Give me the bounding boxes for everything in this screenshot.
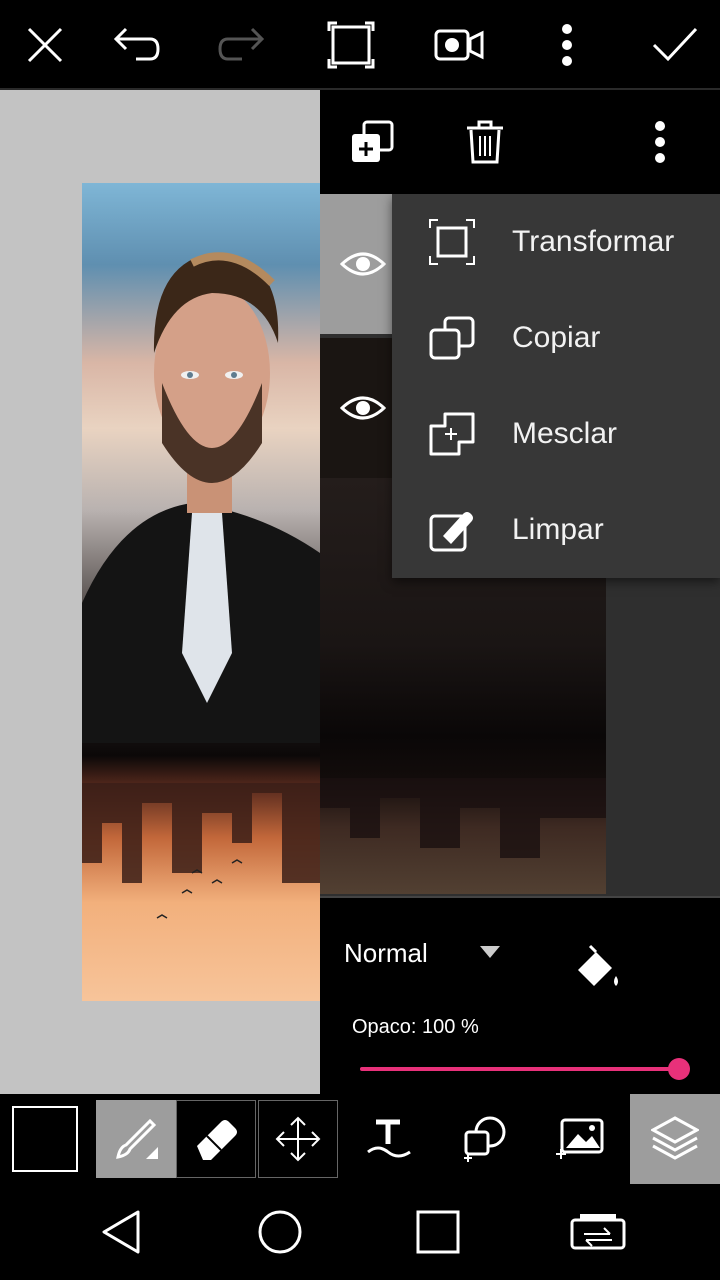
add-image-icon[interactable] <box>556 1116 606 1165</box>
eye-icon[interactable] <box>339 393 387 428</box>
opacity-slider-thumb[interactable] <box>668 1058 690 1080</box>
layer-options-menu: Transformar Copiar Mesclar Limpar <box>392 194 720 578</box>
transform-icon <box>392 218 512 266</box>
text-icon[interactable] <box>366 1114 412 1165</box>
recents-icon[interactable] <box>416 1210 460 1259</box>
move-icon[interactable] <box>258 1100 338 1178</box>
add-layer-icon[interactable] <box>350 120 396 169</box>
switch-icon[interactable] <box>570 1212 626 1257</box>
menu-item-copiar[interactable]: Copiar <box>392 290 720 386</box>
clear-icon <box>392 508 512 552</box>
blend-mode-select[interactable]: Normal <box>344 938 500 969</box>
brush-icon[interactable] <box>96 1100 176 1178</box>
eye-icon[interactable] <box>339 249 387 284</box>
opacity-label: Opaco: 100 % <box>352 1016 479 1038</box>
bottom-toolbar <box>0 1094 720 1184</box>
back-icon[interactable] <box>100 1210 142 1259</box>
eraser-icon[interactable] <box>176 1100 256 1178</box>
check-icon[interactable] <box>648 18 702 72</box>
menu-label: Copiar <box>512 321 601 354</box>
menu-item-transformar[interactable]: Transformar <box>392 194 720 290</box>
menu-item-mesclar[interactable]: Mesclar <box>392 386 720 482</box>
layers-toolbar <box>320 90 720 194</box>
copy-icon <box>392 316 512 360</box>
layers-icon[interactable] <box>630 1094 720 1184</box>
undo-icon[interactable] <box>108 18 162 72</box>
menu-label: Limpar <box>512 513 604 546</box>
video-icon[interactable] <box>432 18 486 72</box>
canvas-image[interactable] <box>82 183 320 1001</box>
layer-thumbnail[interactable] <box>320 194 392 334</box>
more-icon[interactable] <box>653 120 667 169</box>
menu-item-limpar[interactable]: Limpar <box>392 482 720 578</box>
shape-icon[interactable] <box>460 1114 508 1167</box>
system-navbar <box>0 1184 720 1280</box>
blend-mode-label: Normal <box>344 938 428 968</box>
top-toolbar <box>0 0 720 90</box>
crop-icon[interactable] <box>324 18 378 72</box>
layer-thumbnail[interactable] <box>320 338 392 478</box>
menu-label: Mesclar <box>512 417 618 450</box>
blend-panel: Normal Opaco: 100 % <box>320 896 720 1094</box>
redo-icon[interactable] <box>216 18 270 72</box>
home-icon[interactable] <box>258 1210 302 1259</box>
color-swatch[interactable] <box>12 1106 78 1172</box>
more-icon[interactable] <box>540 18 594 72</box>
fill-bucket-icon[interactable] <box>572 942 622 995</box>
merge-icon <box>392 412 512 456</box>
trash-icon[interactable] <box>465 120 505 169</box>
dropdown-arrow-icon <box>479 945 500 963</box>
close-icon[interactable] <box>18 18 72 72</box>
opacity-slider[interactable] <box>360 1067 680 1071</box>
menu-label: Transformar <box>512 225 675 258</box>
